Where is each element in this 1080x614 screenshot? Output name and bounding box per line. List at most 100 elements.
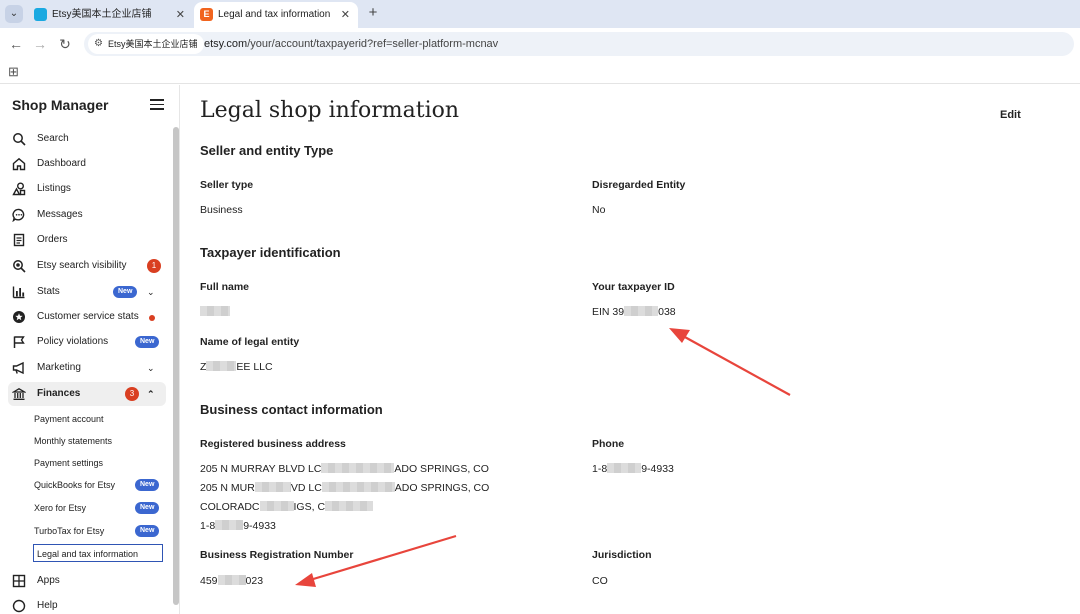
alert-dot — [149, 315, 155, 321]
business-registration-value: 459 023 — [200, 575, 264, 587]
sidebar-subitem-monthly-statements[interactable]: Monthly statements — [34, 432, 112, 450]
home-icon — [12, 157, 26, 171]
disregarded-entity-value: No — [592, 204, 606, 216]
address-bar[interactable]: ⚙ Etsy美国本土企业店铺 etsy.com/your/account/tax… — [84, 32, 1074, 56]
address-line-2: 205 N MUR VD LC ADO SPRINGS, CO — [200, 482, 490, 494]
url-host: etsy.com — [204, 38, 248, 50]
bank-icon — [12, 388, 26, 401]
sidebar-item-search[interactable]: Search — [8, 127, 166, 151]
sidebar-subitem-legal-tax-info[interactable]: Legal and tax information — [33, 544, 163, 562]
redacted-block — [321, 463, 395, 473]
new-badge: New — [135, 502, 160, 514]
url-text[interactable]: etsy.com/your/account/taxpayerid?ref=sel… — [204, 32, 498, 56]
hamburger-menu-icon[interactable] — [150, 99, 164, 113]
sidebar-item-orders[interactable]: Orders — [8, 228, 166, 252]
sidebar-item-policy-violations[interactable]: Policy violations New — [8, 330, 166, 354]
seller-type-value: Business — [200, 204, 243, 216]
sidebar-item-label: Policy violations — [37, 336, 109, 347]
close-tab-icon[interactable]: ✕ — [176, 2, 185, 28]
page-title: Legal shop information — [200, 98, 460, 123]
business-registration-label: Business Registration Number — [200, 549, 354, 561]
phone-label: Phone — [592, 438, 625, 450]
redacted-block — [200, 306, 230, 316]
new-tab-button[interactable]: + — [364, 4, 382, 22]
sidebar-scrollbar[interactable] — [173, 127, 179, 605]
bookmarks-bar: ⊞ — [0, 60, 1080, 84]
sidebar-item-messages[interactable]: Messages — [8, 203, 166, 227]
sidebar-subitem-payment-account[interactable]: Payment account — [34, 410, 104, 428]
edit-button[interactable]: Edit — [1000, 109, 1021, 121]
site-settings-icon: ⚙ — [94, 38, 103, 49]
legal-entity-value: Z EE LLC — [200, 361, 273, 373]
sidebar-item-finances[interactable]: Finances 3 ⌃ — [8, 382, 166, 406]
sidebar-title: Shop Manager — [12, 97, 109, 113]
forward-button[interactable]: → — [30, 34, 50, 54]
reload-button[interactable]: ↻ — [55, 34, 75, 54]
sidebar-item-label: Apps — [37, 575, 60, 586]
section-title-contact: Business contact information — [200, 402, 383, 417]
redacted-block — [325, 501, 374, 511]
sidebar-item-help[interactable]: Help — [8, 594, 166, 614]
shapes-icon — [12, 182, 26, 196]
sidebar-item-dashboard[interactable]: Dashboard — [8, 152, 166, 176]
browser-tab-legal-tax[interactable]: E Legal and tax information ✕ — [194, 2, 358, 28]
tab-label: Legal and tax information — [218, 9, 331, 20]
chevron-down-icon[interactable]: ⌄ — [147, 280, 155, 304]
section-title-seller-entity: Seller and entity Type — [200, 143, 334, 158]
back-button[interactable]: ← — [6, 34, 26, 54]
jurisdiction-value: CO — [592, 575, 608, 587]
redacted-block — [624, 306, 659, 316]
sidebar-item-label: Marketing — [37, 362, 81, 373]
sidebar-subitem-turbotax[interactable]: TurboTax for Etsy — [34, 522, 104, 540]
notification-count-badge: 1 — [147, 259, 161, 273]
taxpayer-id-value: EIN 39 038 — [592, 306, 676, 318]
sidebar-item-label: Help — [37, 600, 58, 611]
disregarded-entity-label: Disregarded Entity — [592, 179, 686, 191]
sidebar-item-marketing[interactable]: Marketing ⌄ — [8, 356, 166, 380]
apps-grid-icon[interactable]: ⊞ — [8, 64, 19, 80]
sidebar-item-label: Stats — [37, 286, 60, 297]
redacted-block — [215, 520, 244, 530]
address-line-3: COLORADC IGS, C — [200, 501, 374, 513]
url-path: /your/account/taxpayerid?ref=seller-plat… — [247, 38, 499, 50]
new-badge: New — [113, 286, 138, 298]
sidebar-item-search-visibility[interactable]: Etsy search visibility 1 — [8, 254, 166, 278]
jurisdiction-label: Jurisdiction — [592, 549, 652, 561]
sidebar-item-stats[interactable]: Stats New ⌄ — [8, 280, 166, 304]
new-badge: New — [135, 336, 160, 348]
chevron-down-icon[interactable]: ⌄ — [147, 356, 155, 380]
address-line-1: 205 N MURRAY BLVD LC ADO SPRINGS, CO — [200, 463, 489, 475]
new-badge: New — [135, 479, 160, 491]
browser-tab-etsy-shop[interactable]: Etsy美国本土企业店铺 ✕ — [28, 2, 193, 28]
magnify-icon — [13, 260, 26, 273]
new-badge: New — [135, 525, 160, 537]
sidebar-item-customer-service-stats[interactable]: Customer service stats — [8, 305, 166, 329]
full-name-label: Full name — [200, 281, 250, 293]
taxpayer-id-label: Your taxpayer ID — [592, 281, 675, 293]
sidebar-subitem-payment-settings[interactable]: Payment settings — [34, 454, 103, 472]
browser-toolbar: ← → ↻ ⚙ Etsy美国本土企业店铺 etsy.com/your/accou… — [0, 28, 1080, 60]
redacted-block — [206, 361, 237, 371]
seller-type-label: Seller type — [200, 179, 254, 191]
sidebar-item-label: Customer service stats — [37, 311, 139, 322]
full-name-value — [200, 306, 230, 318]
sidebar-item-apps[interactable]: Apps — [8, 569, 166, 593]
receipt-icon — [13, 233, 25, 247]
sidebar-subitem-xero[interactable]: Xero for Etsy — [34, 499, 86, 517]
sidebar-item-label: Orders — [37, 234, 68, 245]
help-icon — [12, 599, 26, 613]
sidebar-subitem-quickbooks[interactable]: QuickBooks for Etsy — [34, 476, 115, 494]
star-badge-icon — [13, 311, 25, 323]
close-tab-icon[interactable]: ✕ — [341, 2, 350, 28]
notification-count-badge: 3 — [125, 387, 139, 401]
legal-entity-label: Name of legal entity — [200, 336, 300, 348]
tab-search-menu-button[interactable]: ⌄ — [5, 5, 23, 23]
tab-label: Etsy美国本土企业店铺 — [52, 9, 152, 20]
site-info-chip[interactable]: ⚙ Etsy美国本土企业店铺 — [88, 34, 204, 54]
sidebar-item-label: Finances — [37, 388, 81, 399]
sidebar-item-listings[interactable]: Listings — [8, 177, 166, 201]
flag-icon — [13, 336, 25, 348]
redacted-block — [259, 501, 294, 511]
sidebar-item-label: Listings — [37, 183, 71, 194]
chevron-up-icon[interactable]: ⌃ — [147, 382, 155, 406]
